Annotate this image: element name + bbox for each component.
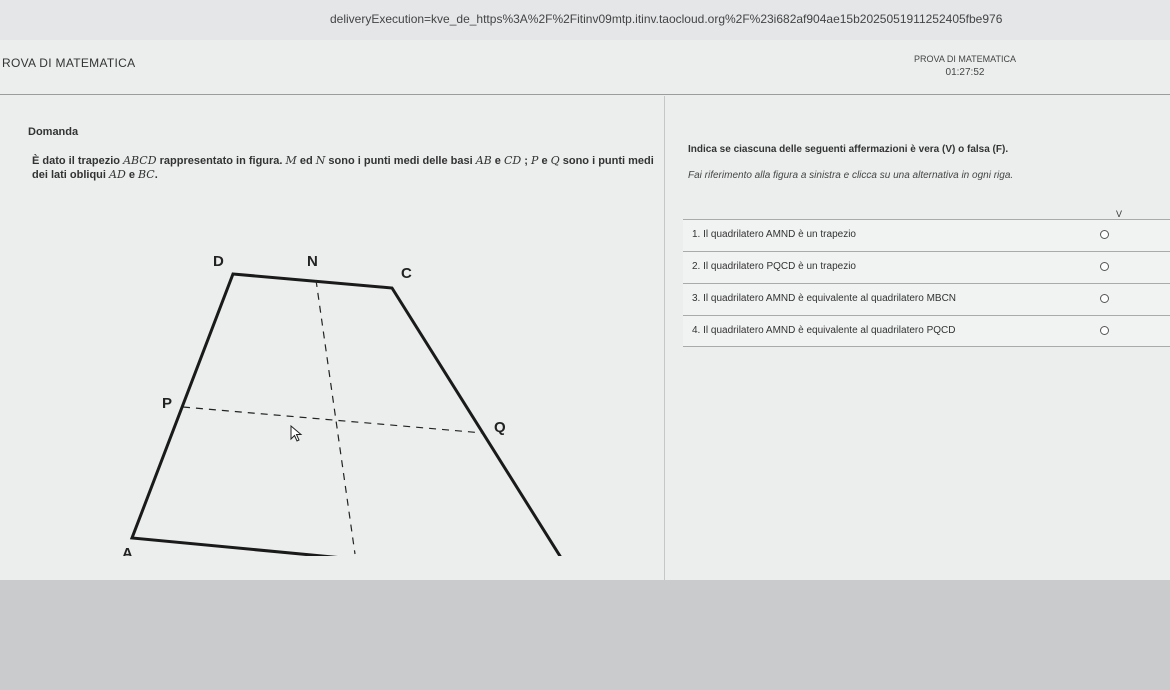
address-bar[interactable]: deliveryExecution=kve_de_https%3A%2F%2Fi… — [0, 0, 1170, 40]
label-d: D — [213, 253, 224, 270]
url-text: deliveryExecution=kve_de_https%3A%2F%2Fi… — [330, 12, 1003, 26]
question-text: È dato il trapezio ABCD rappresentato in… — [32, 154, 654, 181]
instruction-text: Indica se ciascuna delle seguenti afferm… — [688, 144, 1009, 155]
test-app: ROVA DI MATEMATICA PROVA DI MATEMATICA 0… — [0, 40, 1170, 582]
answer-row-label: 1. Il quadrilatero AMND è un trapezio — [692, 229, 856, 240]
answer-row-label: 3. Il quadrilatero AMND è equivalente al… — [692, 293, 957, 304]
question-heading: Domanda — [28, 126, 79, 138]
radio-v-4[interactable] — [1100, 326, 1109, 335]
label-a: A — [122, 545, 133, 556]
label-q: Q — [494, 419, 506, 436]
timer: 01:27:52 — [945, 67, 985, 78]
trapezoid-svg: D N C P Q A M B — [122, 253, 591, 582]
column-header-v: V — [1116, 209, 1123, 219]
header-right: PROVA DI MATEMATICA 01:27:52 — [900, 52, 1030, 80]
answer-row-1[interactable]: 1. Il quadrilatero AMND è un trapezio — [683, 219, 1170, 251]
answer-row-label: 2. Il quadrilatero PQCD è un trapezio — [692, 261, 856, 272]
answer-panel: Indica se ciascuna delle seguenti afferm… — [666, 96, 1170, 580]
app-title: ROVA DI MATEMATICA — [2, 56, 136, 70]
trapezoid-shape — [129, 272, 578, 582]
header: ROVA DI MATEMATICA PROVA DI MATEMATICA 0… — [0, 40, 1170, 95]
trapezoid-figure: D N C P Q A M B — [0, 196, 665, 582]
answer-row-3[interactable]: 3. Il quadrilatero AMND è equivalente al… — [683, 283, 1170, 315]
segment-mn — [315, 279, 356, 555]
radio-v-2[interactable] — [1100, 262, 1109, 271]
radio-v-3[interactable] — [1100, 294, 1109, 303]
answer-row-2[interactable]: 2. Il quadrilatero PQCD è un trapezio — [683, 251, 1170, 283]
test-title: PROVA DI MATEMATICA — [913, 54, 1016, 64]
radio-v-1[interactable] — [1100, 230, 1109, 239]
mouse-pointer-icon — [290, 425, 303, 442]
answer-row-4[interactable]: 4. Il quadrilatero AMND è equivalente al… — [683, 315, 1170, 347]
question-panel: Domanda È dato il trapezio ABCD rapprese… — [0, 96, 665, 582]
answer-rows: 1. Il quadrilatero AMND è un trapezio 2.… — [683, 219, 1170, 347]
label-c: C — [401, 265, 412, 282]
label-n: N — [307, 253, 318, 270]
answer-row-label: 4. Il quadrilatero AMND è equivalente al… — [692, 325, 956, 336]
label-p: P — [162, 395, 172, 412]
segment-pq — [182, 406, 484, 434]
hint-text: Fai riferimento alla figura a sinistra e… — [688, 170, 1014, 181]
